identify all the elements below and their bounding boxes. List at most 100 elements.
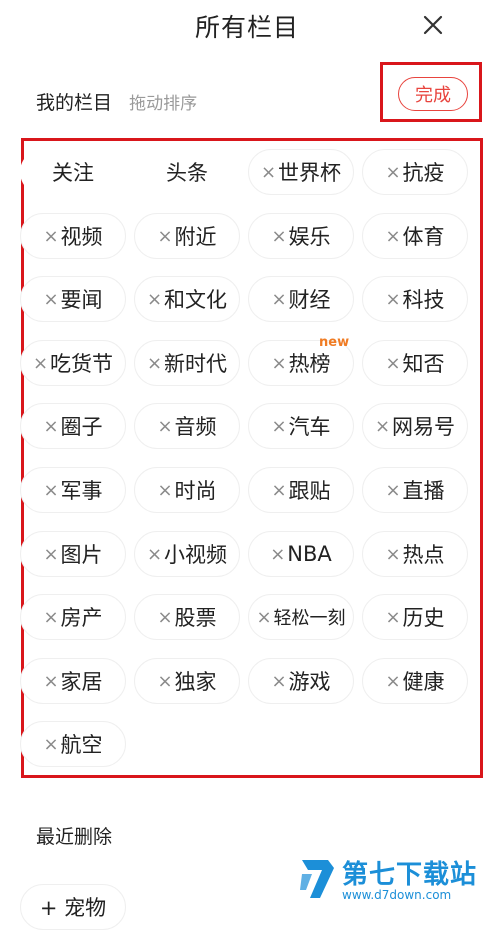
channel-chip[interactable]: × 房产 — [20, 594, 126, 640]
channel-chip-label: 航空 — [60, 733, 103, 757]
remove-icon[interactable]: × — [385, 289, 400, 310]
remove-icon[interactable]: × — [43, 671, 58, 692]
channel-chip[interactable]: × 航空 — [20, 721, 126, 767]
remove-icon[interactable]: × — [43, 480, 58, 501]
remove-icon[interactable]: × — [33, 353, 48, 374]
remove-icon[interactable]: × — [271, 671, 286, 692]
channel-chip[interactable]: × 小视频 — [134, 531, 240, 577]
channel-chip[interactable]: 关注 — [20, 149, 126, 195]
channel-chip[interactable]: × 吃货节 — [20, 340, 126, 386]
channel-chip[interactable]: × 抗疫 — [362, 149, 468, 195]
done-button[interactable]: 完成 — [398, 77, 468, 111]
remove-icon[interactable]: × — [43, 607, 58, 628]
channel-chip-label: 科技 — [402, 288, 445, 312]
remove-icon[interactable]: × — [271, 480, 286, 501]
channel-chip-label: 音频 — [174, 415, 217, 439]
channel-chip[interactable]: × 独家 — [134, 658, 240, 704]
remove-icon[interactable]: × — [43, 289, 58, 310]
channel-chip-label: 网易号 — [392, 415, 456, 439]
channel-chip[interactable]: × 家居 — [20, 658, 126, 704]
remove-icon[interactable]: × — [147, 289, 162, 310]
channel-chip-label: 历史 — [402, 606, 445, 630]
channel-chip[interactable]: × 财经 — [248, 276, 354, 322]
remove-icon[interactable]: × — [147, 353, 162, 374]
channel-chip-label: 抗疫 — [402, 161, 445, 185]
channel-chip[interactable]: × 娱乐 — [248, 213, 354, 259]
remove-icon[interactable]: × — [256, 607, 271, 628]
remove-icon[interactable]: × — [157, 480, 172, 501]
remove-icon[interactable]: × — [271, 416, 286, 437]
channel-chip[interactable]: × 轻松一刻 — [248, 594, 354, 640]
channel-chip-label: 视频 — [60, 225, 103, 249]
channel-chip[interactable]: × 知否 — [362, 340, 468, 386]
remove-icon[interactable]: × — [261, 162, 276, 183]
remove-icon[interactable]: × — [271, 289, 286, 310]
channel-chip[interactable]: × 股票 — [134, 594, 240, 640]
remove-icon[interactable]: × — [385, 607, 400, 628]
remove-icon[interactable]: × — [271, 353, 286, 374]
channel-chip[interactable]: × 视频 — [20, 213, 126, 259]
remove-icon[interactable]: × — [157, 607, 172, 628]
channel-chip-label: 家居 — [60, 670, 103, 694]
recently-deleted-title: 最近删除 — [36, 826, 113, 848]
channel-chip[interactable]: × 和文化 — [134, 276, 240, 322]
channel-chip[interactable]: × 汽车 — [248, 403, 354, 449]
channel-chip-label: 军事 — [60, 479, 103, 503]
channel-chip[interactable]: × 时尚 — [134, 467, 240, 513]
remove-icon[interactable]: × — [157, 416, 172, 437]
remove-icon[interactable]: × — [385, 671, 400, 692]
channel-chip[interactable]: × 新时代 — [134, 340, 240, 386]
channel-chip-label: 世界杯 — [278, 161, 342, 185]
channel-chip-label: 股票 — [174, 606, 217, 630]
remove-icon[interactable]: × — [375, 416, 390, 437]
channel-chip-label: 游戏 — [288, 670, 331, 694]
channel-chip-label: 财经 — [288, 288, 331, 312]
channel-chip[interactable]: × 要闻 — [20, 276, 126, 322]
channel-chip[interactable]: × 圈子 — [20, 403, 126, 449]
channel-chip[interactable]: × 附近 — [134, 213, 240, 259]
remove-icon[interactable]: × — [271, 226, 286, 247]
channel-chip[interactable]: × 历史 — [362, 594, 468, 640]
recently-deleted-item-label: + 宠物 — [39, 896, 107, 920]
channel-chip-label: 热榜 — [288, 352, 331, 376]
channel-chip-label: 圈子 — [60, 415, 103, 439]
channel-chip[interactable]: × 游戏 — [248, 658, 354, 704]
remove-icon[interactable]: × — [43, 734, 58, 755]
remove-icon[interactable]: × — [43, 416, 58, 437]
channel-chip[interactable]: × 科技 — [362, 276, 468, 322]
channel-chip[interactable]: × 热点 — [362, 531, 468, 577]
channel-chip[interactable]: × 跟贴 — [248, 467, 354, 513]
channel-chip[interactable]: × NBA — [248, 531, 354, 577]
remove-icon[interactable]: × — [385, 353, 400, 374]
channel-chip-label: NBA — [287, 542, 332, 566]
remove-icon[interactable]: × — [270, 544, 285, 565]
remove-icon[interactable]: × — [385, 544, 400, 565]
channel-chip[interactable]: × 图片 — [20, 531, 126, 577]
remove-icon[interactable]: × — [157, 671, 172, 692]
channel-chip[interactable]: × 世界杯 — [248, 149, 354, 195]
channel-chip[interactable]: × 体育 — [362, 213, 468, 259]
remove-icon[interactable]: × — [147, 544, 162, 565]
channel-chip-label: 时尚 — [174, 479, 217, 503]
remove-icon[interactable]: × — [385, 226, 400, 247]
my-channels-title: 我的栏目 — [36, 92, 113, 114]
remove-icon[interactable]: × — [385, 162, 400, 183]
channel-chip[interactable]: × 音频 — [134, 403, 240, 449]
remove-icon[interactable]: × — [385, 480, 400, 501]
remove-icon[interactable]: × — [43, 226, 58, 247]
remove-icon[interactable]: × — [157, 226, 172, 247]
channel-chip[interactable]: × 军事 — [20, 467, 126, 513]
channel-chip[interactable]: × 热榜 new — [248, 335, 354, 386]
remove-icon[interactable]: × — [43, 544, 58, 565]
channel-chip[interactable]: × 网易号 — [362, 403, 468, 449]
close-icon[interactable] — [418, 10, 448, 40]
recently-deleted-item[interactable]: + 宠物 — [20, 884, 126, 930]
channel-chip-label: 关注 — [52, 161, 94, 185]
watermark-brand: 第七下载站 — [342, 860, 478, 890]
channel-chip[interactable]: × 直播 — [362, 467, 468, 513]
channel-chip[interactable]: × 健康 — [362, 658, 468, 704]
channel-chip-label: 附近 — [174, 225, 217, 249]
channel-chip[interactable]: 头条 — [134, 149, 240, 195]
channel-chip-label: 汽车 — [288, 415, 331, 439]
channel-chip-label: 轻松一刻 — [273, 608, 346, 629]
